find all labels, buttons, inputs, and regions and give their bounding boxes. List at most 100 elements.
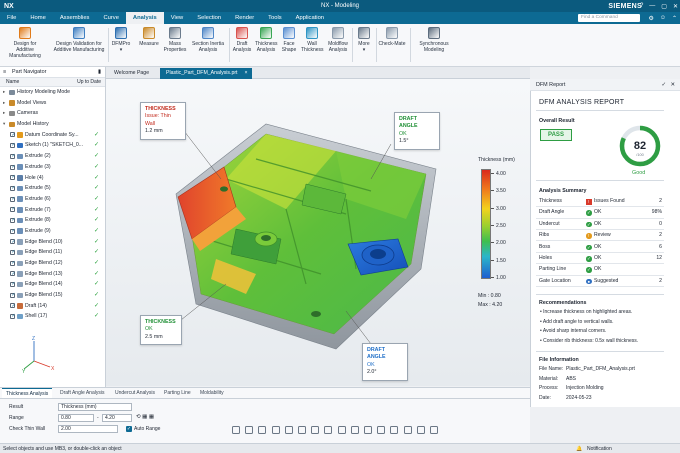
- expand-toggle-icon[interactable]: ▸: [3, 108, 5, 119]
- visibility-checkbox[interactable]: ✓: [10, 282, 15, 287]
- menu-render[interactable]: Render: [228, 12, 261, 24]
- help-icon[interactable]: ?: [640, 3, 643, 10]
- ribbon-button-face[interactable]: Face Shape: [280, 27, 298, 53]
- navigator-row[interactable]: ✓ Extrude (8) ✓: [0, 215, 105, 226]
- ribbon-button-mass[interactable]: Mass Properties: [163, 27, 187, 53]
- menu-home[interactable]: Home: [23, 12, 52, 24]
- visibility-checkbox[interactable]: ✓: [10, 292, 15, 298]
- close-window-button[interactable]: ✕: [673, 3, 678, 10]
- visibility-checkbox[interactable]: ✓: [10, 239, 15, 245]
- navigator-row[interactable]: ✓ Edge Blend (13) ✓: [0, 269, 105, 280]
- navigator-row[interactable]: ✓ Edge Blend (14) ✓: [0, 279, 105, 290]
- range-max-input[interactable]: 4.20: [102, 414, 132, 422]
- navigator-row[interactable]: ✓ Extrude (9) ✓: [0, 226, 105, 237]
- visibility-checkbox[interactable]: ✓: [10, 217, 15, 223]
- range-min-input[interactable]: 0.80: [58, 414, 94, 422]
- measure-view-icon[interactable]: [403, 426, 412, 434]
- visibility-checkbox[interactable]: ✓: [10, 175, 15, 180]
- col-name-header[interactable]: Name: [6, 79, 19, 85]
- visibility-checkbox[interactable]: ✓: [10, 207, 15, 212]
- ribbon-button-checkmate[interactable]: Check-Mate: [378, 27, 406, 47]
- visibility-checkbox[interactable]: ✓: [10, 132, 15, 138]
- range-tool-icons[interactable]: ⟲ ▦ ▦: [136, 414, 154, 420]
- dfm-check-icon[interactable]: ✓: [661, 79, 666, 91]
- expand-toggle-icon[interactable]: ▾: [3, 119, 5, 130]
- ribbon-button-draft[interactable]: Draft Analysis: [232, 27, 252, 53]
- visibility-checkbox[interactable]: ✓: [10, 260, 15, 266]
- ribbon-button-section[interactable]: Section Inertia Analysis: [189, 27, 227, 53]
- visibility-checkbox[interactable]: ✓: [10, 196, 15, 202]
- ribbon-button-sync[interactable]: Synchronous Modeling: [413, 27, 455, 53]
- dfm-close-icon[interactable]: ✕: [670, 79, 675, 91]
- navigator-row[interactable]: ✓ Extrude (5) ✓: [0, 183, 105, 194]
- callout-thickness-issue[interactable]: THICKNESS Issue: Thin Wall 1.2 mm: [140, 102, 186, 140]
- menu-tools[interactable]: Tools: [261, 12, 289, 24]
- menu-selection[interactable]: Selection: [190, 12, 228, 24]
- ribbon-button-thickness[interactable]: Thickness Analysis: [255, 27, 278, 53]
- navigator-row[interactable]: ✓ Extrude (3) ✓: [0, 162, 105, 173]
- expand-toggle-icon[interactable]: ▸: [3, 98, 5, 109]
- ribbon-button-moldflow[interactable]: Moldflow Analysis: [325, 27, 351, 53]
- navigator-row[interactable]: ▸ Cameras: [0, 108, 105, 119]
- ribbon-button-dfmpro[interactable]: DFMPro ▾: [110, 27, 132, 53]
- navigator-row[interactable]: ▸ History Modeling Mode: [0, 87, 105, 98]
- visibility-checkbox[interactable]: ✓: [10, 303, 15, 309]
- summary-row[interactable]: Boss ✓ OK 6: [536, 242, 664, 253]
- visibility-checkbox[interactable]: ✓: [10, 164, 15, 170]
- background-icon[interactable]: [364, 426, 372, 434]
- menu-view[interactable]: View: [164, 12, 190, 24]
- tab-plastic-part[interactable]: Plastic_Part_DFM_Analysis.prt ×: [160, 68, 252, 79]
- section-view-icon[interactable]: [337, 426, 346, 434]
- summary-row[interactable]: Parting Line ✓ OK: [536, 264, 664, 276]
- analysis-tab[interactable]: Draft Angle Analysis: [56, 388, 108, 398]
- visibility-checkbox[interactable]: ✓: [10, 228, 15, 234]
- check-thin-wall-select[interactable]: 2.00: [58, 425, 118, 433]
- summary-row[interactable]: Gate Location ● Suggested 2: [536, 276, 664, 288]
- summary-row[interactable]: Undercut ✓ OK 0: [536, 219, 664, 231]
- navigator-row[interactable]: ✓ Sketch (1) "SKETCH_0... ✓: [0, 140, 105, 151]
- triad-toggle-icon[interactable]: [416, 426, 425, 434]
- user-icon[interactable]: ☺: [660, 15, 666, 22]
- navigator-row[interactable]: ✓ Extrude (2) ✓: [0, 151, 105, 162]
- wcs-icon[interactable]: [377, 426, 386, 434]
- analysis-tab[interactable]: Undercut Analysis: [111, 388, 159, 398]
- navigator-row[interactable]: ✓ Extrude (7) ✓: [0, 205, 105, 216]
- settings-view-icon[interactable]: [430, 426, 438, 434]
- expand-toggle-icon[interactable]: ▸: [3, 87, 5, 98]
- summary-row[interactable]: Holes ✓ OK 12: [536, 253, 664, 265]
- callout-thickness-ok[interactable]: THICKNESS OK 2.5 mm: [140, 315, 182, 346]
- visibility-checkbox[interactable]: ✓: [10, 153, 15, 159]
- visibility-checkbox[interactable]: ✓: [10, 143, 15, 148]
- menu-analysis[interactable]: Analysis: [125, 12, 164, 24]
- render-style-icon[interactable]: [311, 426, 320, 434]
- navigator-row[interactable]: ✓ Edge Blend (15) ✓: [0, 290, 105, 301]
- pin-icon[interactable]: ▮: [98, 67, 101, 78]
- command-search-input[interactable]: Find a Command: [578, 14, 640, 22]
- maximize-button[interactable]: ▢: [661, 3, 667, 10]
- callout-draft-top[interactable]: DRAFT ANGLE OK 1.5°: [394, 112, 440, 150]
- navigator-row[interactable]: ▸ Model Views: [0, 98, 105, 109]
- rotate-icon[interactable]: [245, 426, 254, 434]
- summary-row[interactable]: Ribs! Review 2: [536, 230, 664, 242]
- visibility-checkbox[interactable]: ✓: [10, 271, 15, 277]
- col-uptodate-header[interactable]: Up to Date: [77, 78, 101, 87]
- visibility-checkbox[interactable]: ✓: [10, 185, 15, 191]
- orient-view-icon[interactable]: [298, 426, 306, 434]
- zoom-icon[interactable]: [271, 426, 280, 434]
- ribbon-button-validation[interactable]: Design Validation for Additive Manufactu…: [50, 27, 108, 53]
- navigator-row[interactable]: ✓ Datum Coordinate Sy... ✓: [0, 130, 105, 141]
- menu-application[interactable]: Application: [289, 12, 331, 24]
- tab-welcome-page[interactable]: Welcome Page: [108, 68, 155, 79]
- grid-icon[interactable]: [390, 426, 399, 434]
- menu-collapse-icon[interactable]: ⌃: [672, 15, 677, 22]
- graphics-viewport[interactable]: THICKNESS Issue: Thin Wall 1.2 mm DRAFT …: [106, 79, 530, 386]
- result-select[interactable]: Thickness (mm): [58, 403, 132, 411]
- notification-label[interactable]: Notification: [587, 444, 612, 453]
- tab-close-icon[interactable]: ×: [244, 68, 247, 79]
- navigator-row[interactable]: ▾ Model History: [0, 119, 105, 130]
- navigator-row[interactable]: ✓ Shell (17) ✓: [0, 311, 105, 322]
- menu-curve[interactable]: Curve: [96, 12, 125, 24]
- ribbon-button-more[interactable]: More ▾: [355, 27, 373, 53]
- navigator-row[interactable]: ✓ Extrude (6) ✓: [0, 194, 105, 205]
- menu-file[interactable]: File: [0, 12, 23, 24]
